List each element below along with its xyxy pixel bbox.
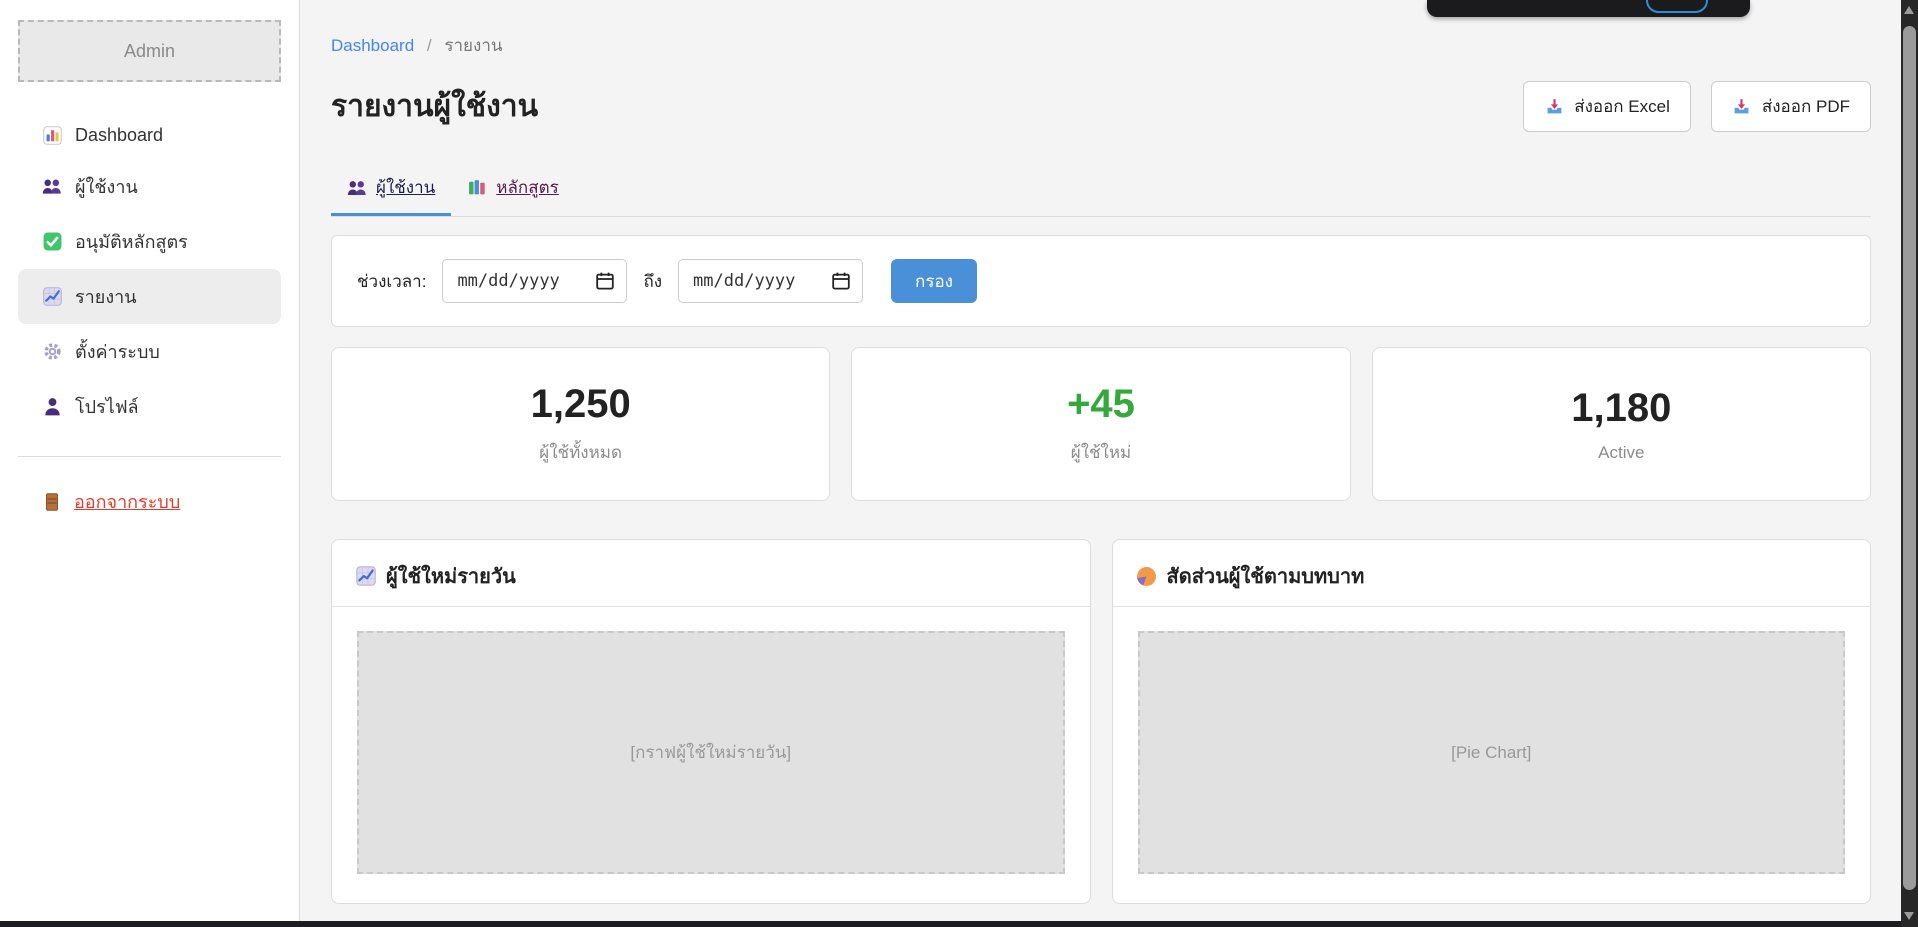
admin-avatar-placeholder: Admin (18, 20, 281, 82)
calendar-icon[interactable] (831, 271, 851, 291)
gear-icon (42, 342, 62, 362)
tab-courses-label: หลักสูตร (496, 174, 558, 201)
main-content: Dashboard / รายงาน รายงานผู้ใช้งาน ส่งออ… (301, 0, 1901, 921)
line-chart-icon (356, 566, 376, 586)
export-pdf-button[interactable]: ส่งออก PDF (1711, 81, 1871, 132)
logout-link[interactable]: ออกจากระบบ (18, 481, 190, 522)
export-excel-label: ส่งออก Excel (1574, 93, 1670, 120)
sidebar-nav: Dashboard ผู้ใช้งาน อนุมัติหลักสูตร รายง… (0, 112, 299, 434)
date-to-wrap (678, 259, 863, 303)
stats-row: 1,250 ผู้ใช้ทั้งหมด +45 ผู้ใช้ใหม่ 1,180… (331, 347, 1871, 501)
panel-header: ผู้ใช้ใหม่รายวัน (332, 540, 1090, 607)
scrollbar-down-arrow[interactable] (1904, 912, 1914, 920)
users-icon (347, 178, 367, 198)
stat-value: 1,250 (531, 382, 631, 427)
panel-title: สัดส่วนผู้ใช้ตามบทบาท (1167, 560, 1365, 592)
tab-courses[interactable]: หลักสูตร (451, 166, 574, 216)
page-header: รายงานผู้ใช้งาน ส่งออก Excel ส่งออก PDF (331, 81, 1871, 132)
scrollbar-thumb[interactable] (1903, 26, 1916, 890)
download-icon (1732, 97, 1752, 117)
sidebar-item-label: รายงาน (75, 282, 137, 311)
overlay-focused-button[interactable] (1646, 0, 1708, 13)
sidebar-divider (18, 456, 281, 457)
sidebar-item-label: โปรไฟล์ (75, 392, 139, 421)
scrollbar[interactable] (1901, 0, 1918, 927)
stat-value: 1,180 (1571, 386, 1671, 431)
sidebar: Admin Dashboard ผู้ใช้งาน อนุมัติหลักสูต… (0, 0, 300, 921)
sidebar-item-label: ตั้งค่าระบบ (75, 337, 160, 366)
panel-header: สัดส่วนผู้ใช้ตามบทบาท (1113, 540, 1871, 607)
scrollbar-up-arrow[interactable] (1904, 6, 1914, 14)
breadcrumb-current: รายงาน (444, 36, 502, 55)
download-icon (1544, 97, 1564, 117)
stat-card-new-users: +45 ผู้ใช้ใหม่ (851, 347, 1350, 501)
sidebar-item-label: อนุมัติหลักสูตร (75, 227, 188, 256)
placeholder-text: [Pie Chart] (1451, 743, 1531, 763)
breadcrumb-separator: / (427, 36, 432, 55)
sidebar-item-settings[interactable]: ตั้งค่าระบบ (18, 324, 281, 379)
notification-overlay (1427, 0, 1750, 17)
sidebar-item-dashboard[interactable]: Dashboard (18, 112, 281, 159)
users-icon (42, 177, 62, 197)
tab-users[interactable]: ผู้ใช้งาน (331, 166, 451, 216)
books-icon (467, 178, 487, 198)
sidebar-item-reports[interactable]: รายงาน (18, 269, 281, 324)
line-chart-icon (42, 287, 62, 307)
placeholder-text: [กราฟผู้ใช้ใหม่รายวัน] (630, 739, 791, 766)
sidebar-item-profile[interactable]: โปรไฟล์ (18, 379, 281, 434)
export-pdf-label: ส่งออก PDF (1762, 93, 1850, 120)
stat-card-total-users: 1,250 ผู้ใช้ทั้งหมด (331, 347, 830, 501)
breadcrumb: Dashboard / รายงาน (331, 32, 1871, 59)
stat-card-active-users: 1,180 Active (1372, 347, 1871, 501)
chart-panels-row: ผู้ใช้ใหม่รายวัน [กราฟผู้ใช้ใหม่รายวัน] … (331, 539, 1871, 904)
door-icon (42, 492, 62, 512)
panel-users-by-role: สัดส่วนผู้ใช้ตามบทบาท [Pie Chart] (1112, 539, 1872, 904)
bar-chart-icon (42, 126, 62, 146)
check-icon (42, 232, 62, 252)
taskbar-edge (0, 921, 1918, 927)
date-from-wrap (442, 259, 627, 303)
person-icon (42, 397, 62, 417)
breadcrumb-dashboard-link[interactable]: Dashboard (331, 36, 414, 55)
stat-label: ผู้ใช้ทั้งหมด (539, 439, 622, 466)
tab-bar: ผู้ใช้งาน หลักสูตร (331, 166, 1871, 217)
sidebar-item-label: Dashboard (75, 125, 163, 146)
date-filter-card: ช่วงเวลา: ถึง กรอง (331, 235, 1871, 327)
sidebar-item-approve-courses[interactable]: อนุมัติหลักสูตร (18, 214, 281, 269)
sidebar-item-label: ผู้ใช้งาน (75, 172, 138, 201)
sidebar-item-users[interactable]: ผู้ใช้งาน (18, 159, 281, 214)
export-buttons: ส่งออก Excel ส่งออก PDF (1523, 81, 1871, 132)
calendar-icon[interactable] (595, 271, 615, 291)
filter-button[interactable]: กรอง (891, 259, 977, 303)
page-title: รายงานผู้ใช้งาน (331, 83, 538, 130)
pie-chart-icon (1137, 566, 1157, 586)
date-range-label: ช่วงเวลา: (357, 268, 426, 295)
stat-value: +45 (1067, 382, 1135, 427)
tab-users-label: ผู้ใช้งาน (376, 174, 435, 201)
admin-label: Admin (124, 41, 175, 62)
pie-chart-placeholder: [Pie Chart] (1138, 631, 1846, 874)
stat-label: ผู้ใช้ใหม่ (1071, 439, 1132, 466)
panel-title: ผู้ใช้ใหม่รายวัน (386, 560, 516, 592)
date-to-label: ถึง (643, 268, 662, 295)
stat-label: Active (1598, 443, 1644, 463)
logout-label: ออกจากระบบ (74, 487, 180, 516)
export-excel-button[interactable]: ส่งออก Excel (1523, 81, 1691, 132)
app-window: Admin Dashboard ผู้ใช้งาน อนุมัติหลักสูต… (0, 0, 1918, 927)
panel-daily-new-users: ผู้ใช้ใหม่รายวัน [กราฟผู้ใช้ใหม่รายวัน] (331, 539, 1091, 904)
line-chart-placeholder: [กราฟผู้ใช้ใหม่รายวัน] (357, 631, 1065, 874)
